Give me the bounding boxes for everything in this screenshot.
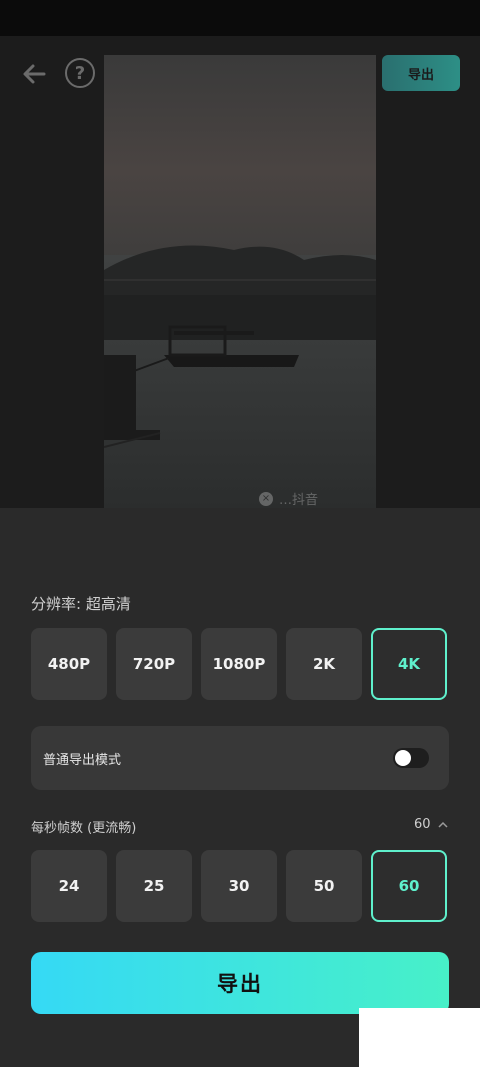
help-glyph: ? <box>74 62 86 84</box>
export-mode-toggle[interactable] <box>393 748 429 768</box>
preview-image <box>104 55 376 508</box>
resolution-option-4k[interactable]: 4K <box>371 628 447 700</box>
export-mode-row[interactable]: 普通导出模式 <box>31 726 449 790</box>
back-arrow-icon[interactable] <box>18 58 50 90</box>
resolution-option-480p[interactable]: 480P <box>31 628 107 700</box>
resolution-option-1080p[interactable]: 1080P <box>201 628 277 700</box>
export-top-button[interactable]: 导出 <box>382 55 460 91</box>
help-icon[interactable]: ? <box>65 58 95 88</box>
chevron-up-icon[interactable] <box>438 821 448 829</box>
export-mode-label: 普通导出模式 <box>43 753 122 768</box>
export-button[interactable]: 导出 <box>31 952 449 1014</box>
resolution-option-720p[interactable]: 720P <box>116 628 192 700</box>
resolution-options: 480P 720P 1080P 2K 4K <box>31 628 447 700</box>
fps-options: 24 25 30 50 60 <box>31 850 447 922</box>
resolution-label: 分辨率: 超高清 <box>31 595 131 613</box>
fps-option-24[interactable]: 24 <box>31 850 107 922</box>
fps-label: 每秒帧数 (更流畅) <box>31 821 137 836</box>
fps-current-value[interactable]: 60 <box>414 817 431 832</box>
fps-option-25[interactable]: 25 <box>116 850 192 922</box>
fps-option-30[interactable]: 30 <box>201 850 277 922</box>
video-preview[interactable]: × …抖音 <box>104 55 376 508</box>
toggle-knob <box>395 750 411 766</box>
watermark-text: …抖音 <box>279 493 319 508</box>
fps-option-50[interactable]: 50 <box>286 850 362 922</box>
watermark-close-icon: × <box>259 491 273 506</box>
corner-overlay <box>359 1008 480 1067</box>
fps-option-60[interactable]: 60 <box>371 850 447 922</box>
watermark: × …抖音 <box>259 489 318 508</box>
resolution-option-2k[interactable]: 2K <box>286 628 362 700</box>
status-bar <box>0 0 480 36</box>
